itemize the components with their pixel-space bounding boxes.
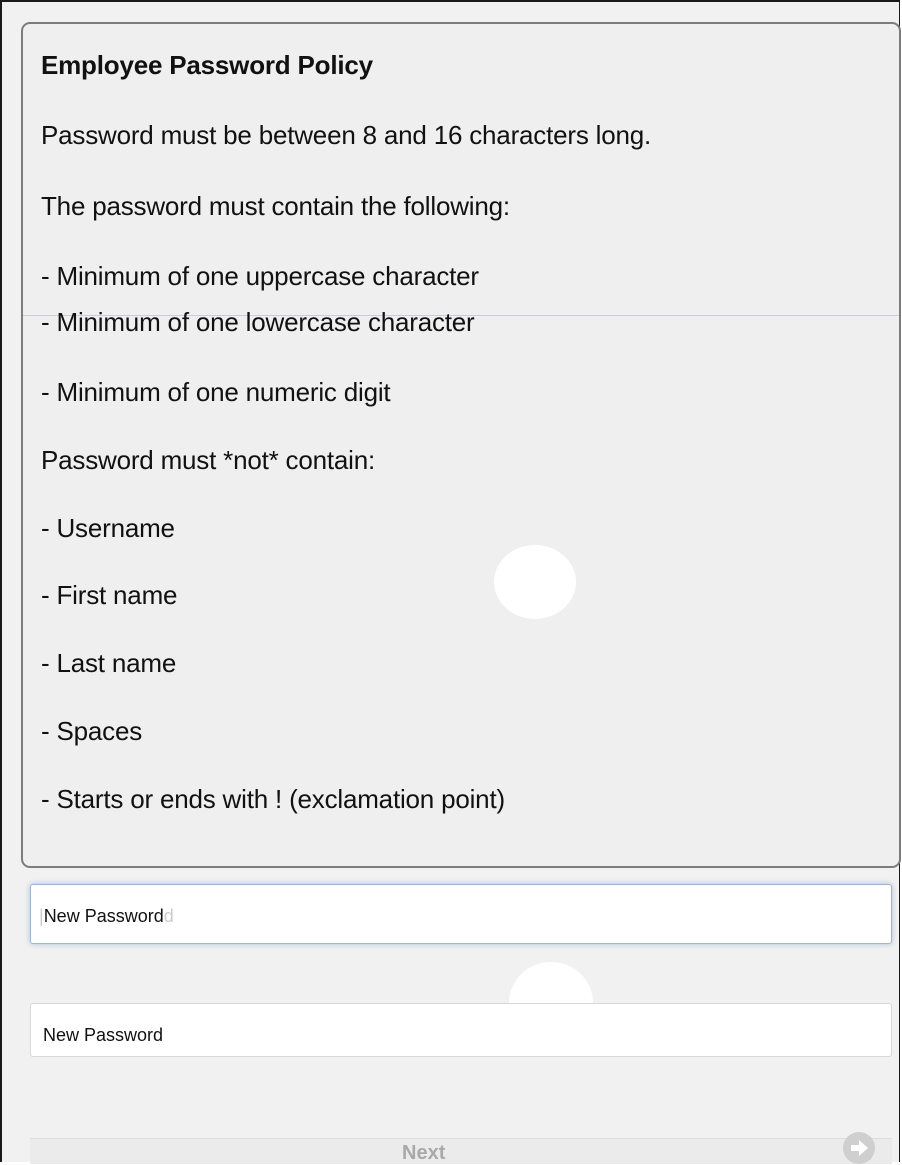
policy-title: Employee Password Policy xyxy=(41,50,373,80)
length-rule: Password must be between 8 and 16 charac… xyxy=(41,120,652,150)
rule-uppercase: - Minimum of one uppercase character xyxy=(41,261,479,291)
rule-first-name: - First name xyxy=(41,580,178,610)
rule-numeric: - Minimum of one numeric digit xyxy=(41,377,391,407)
next-button[interactable] xyxy=(30,1138,892,1164)
text-cursor-trail: d xyxy=(163,906,174,926)
app-frame: Employee Password Policy Password must b… xyxy=(0,0,901,1165)
rule-last-name: - Last name xyxy=(41,648,177,678)
arrow-right-circle-icon[interactable] xyxy=(842,1131,876,1165)
contain-heading: The password must contain the following: xyxy=(41,191,510,221)
redaction-blob xyxy=(494,545,576,619)
confirm-password-placeholder: New Password xyxy=(43,1025,164,1045)
rule-spaces: - Spaces xyxy=(41,716,143,746)
not-contain-heading: Password must *not* contain: xyxy=(41,445,376,475)
new-password-placeholder: New Password xyxy=(43,906,164,926)
rule-lowercase: - Minimum of one lowercase character xyxy=(41,307,475,337)
rule-username: - Username xyxy=(41,513,175,543)
policy-panel: Employee Password Policy Password must b… xyxy=(21,22,901,868)
confirm-password-input[interactable]: New Password xyxy=(30,1003,892,1057)
rule-exclamation: - Starts or ends with ! (exclamation poi… xyxy=(41,784,505,814)
new-password-input[interactable]: |New Passwordd xyxy=(30,884,892,944)
